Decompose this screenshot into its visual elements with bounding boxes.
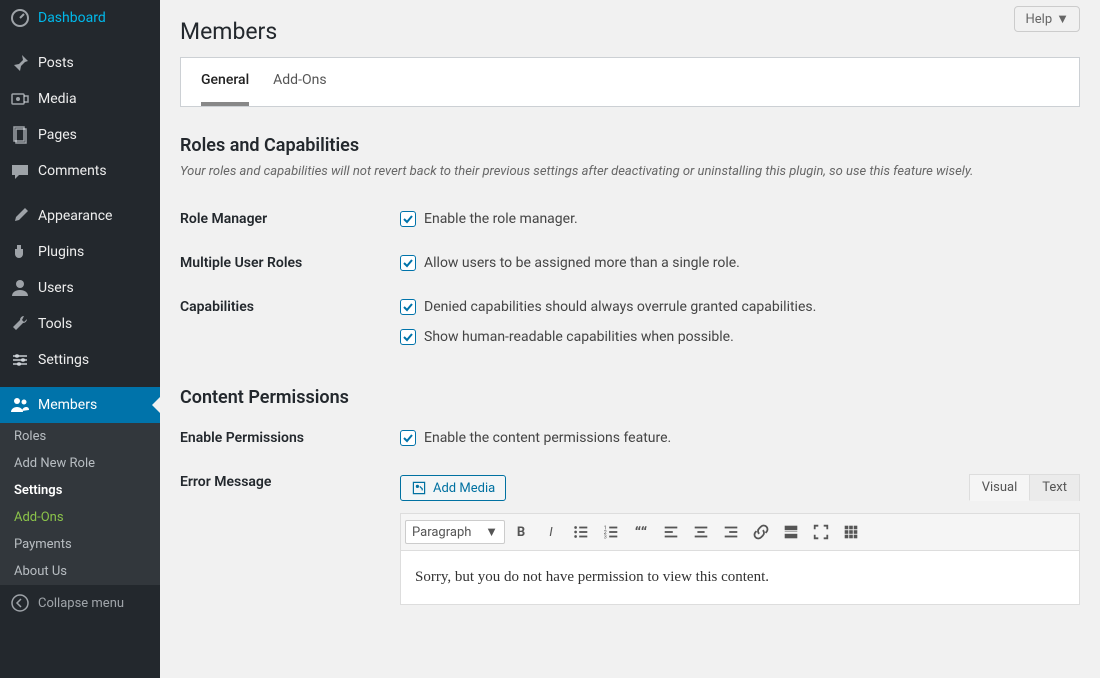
main-content: Help ▼ Members General Add-Ons Roles and… <box>160 0 1100 678</box>
check-label: Show human-readable capabilities when po… <box>424 329 734 345</box>
sidebar-label: Appearance <box>38 208 112 224</box>
sidebar-label: Users <box>38 280 74 296</box>
editor-content[interactable]: Sorry, but you do not have permission to… <box>401 551 1079 604</box>
check-label: Denied capabilities should always overru… <box>424 299 816 315</box>
user-icon <box>10 278 30 298</box>
sidebar-item-plugins[interactable]: Plugins <box>0 234 160 270</box>
sidebar-item-users[interactable]: Users <box>0 270 160 306</box>
plug-icon <box>10 242 30 262</box>
bullet-list-button[interactable] <box>567 518 595 546</box>
sidebar-item-appearance[interactable]: Appearance <box>0 198 160 234</box>
submenu-add-new-role[interactable]: Add New Role <box>0 450 160 477</box>
sidebar-item-settings[interactable]: Settings <box>0 342 160 378</box>
svg-text:3: 3 <box>604 534 607 540</box>
editor-tab-text[interactable]: Text <box>1029 474 1080 501</box>
media-icon <box>411 480 427 496</box>
submenu-roles[interactable]: Roles <box>0 423 160 450</box>
members-icon <box>10 395 30 415</box>
sidebar-label: Media <box>38 91 77 107</box>
italic-button[interactable]: I <box>537 518 565 546</box>
comment-icon <box>10 161 30 181</box>
check-label: Enable the content permissions feature. <box>424 430 671 446</box>
sidebar-item-tools[interactable]: Tools <box>0 306 160 342</box>
check-label: Enable the role manager. <box>424 211 578 227</box>
collapse-menu[interactable]: Collapse menu <box>0 585 160 621</box>
collapse-label: Collapse menu <box>38 596 124 611</box>
sidebar-label: Dashboard <box>38 10 106 26</box>
sidebar-label: Posts <box>38 55 74 71</box>
editor-toolbar: Paragraph ▼ B I 123 ““ <box>401 514 1079 551</box>
submenu-add-ons[interactable]: Add-Ons <box>0 504 160 531</box>
pages-icon <box>10 125 30 145</box>
admin-sidebar: Dashboard Posts Media Pages Comments App… <box>0 0 160 678</box>
add-media-button[interactable]: Add Media <box>400 475 506 501</box>
number-list-button[interactable]: 123 <box>597 518 625 546</box>
tab-add-ons[interactable]: Add-Ons <box>273 72 326 106</box>
submenu-about-us[interactable]: About Us <box>0 558 160 585</box>
align-right-button[interactable] <box>717 518 745 546</box>
tab-general[interactable]: General <box>201 72 249 106</box>
brush-icon <box>10 206 30 226</box>
check-label: Allow users to be assigned more than a s… <box>424 255 740 271</box>
format-select[interactable]: Paragraph ▼ <box>405 520 505 544</box>
checkbox-denied-caps[interactable] <box>400 299 416 315</box>
chevron-down-icon: ▼ <box>485 524 498 540</box>
row-error-message: Error Message Add Media Visual Text <box>180 460 1080 619</box>
link-button[interactable] <box>747 518 775 546</box>
page-title: Members <box>180 0 1080 57</box>
sidebar-label: Comments <box>38 163 107 179</box>
checkbox-multiple-roles[interactable] <box>400 255 416 271</box>
label-enable-permissions: Enable Permissions <box>180 430 400 446</box>
help-button[interactable]: Help ▼ <box>1014 6 1080 32</box>
sidebar-item-pages[interactable]: Pages <box>0 117 160 153</box>
quote-button[interactable]: ““ <box>627 518 655 546</box>
sidebar-label: Members <box>38 397 97 413</box>
row-multiple-roles: Multiple User Roles Allow users to be as… <box>180 241 1080 285</box>
tabs-container: General Add-Ons <box>180 57 1080 107</box>
checkbox-enable-permissions[interactable] <box>400 430 416 446</box>
settings-icon <box>10 350 30 370</box>
label-capabilities: Capabilities <box>180 299 400 315</box>
sidebar-label: Tools <box>38 316 72 332</box>
section-roles-desc: Your roles and capabilities will not rev… <box>180 164 1080 179</box>
checkbox-human-caps[interactable] <box>400 329 416 345</box>
sidebar-label: Pages <box>38 127 77 143</box>
row-role-manager: Role Manager Enable the role manager. <box>180 197 1080 241</box>
row-capabilities: Capabilities Denied capabilities should … <box>180 285 1080 359</box>
rich-editor: Paragraph ▼ B I 123 ““ <box>400 513 1080 605</box>
section-permissions-title: Content Permissions <box>180 387 1080 408</box>
row-enable-permissions: Enable Permissions Enable the content pe… <box>180 416 1080 460</box>
submenu-settings[interactable]: Settings <box>0 477 160 504</box>
collapse-icon <box>10 593 30 613</box>
fullscreen-button[interactable] <box>807 518 835 546</box>
checkbox-role-manager[interactable] <box>400 211 416 227</box>
submenu-payments[interactable]: Payments <box>0 531 160 558</box>
bold-button[interactable]: B <box>507 518 535 546</box>
label-multiple-roles: Multiple User Roles <box>180 255 400 271</box>
label-error-message: Error Message <box>180 474 400 490</box>
editor-tab-visual[interactable]: Visual <box>969 474 1031 501</box>
readmore-button[interactable] <box>777 518 805 546</box>
sidebar-item-posts[interactable]: Posts <box>0 45 160 81</box>
wrench-icon <box>10 314 30 334</box>
toolbar-toggle-button[interactable] <box>837 518 865 546</box>
sidebar-item-media[interactable]: Media <box>0 81 160 117</box>
sidebar-item-comments[interactable]: Comments <box>0 153 160 189</box>
media-icon <box>10 89 30 109</box>
sidebar-label: Plugins <box>38 244 84 260</box>
sidebar-item-dashboard[interactable]: Dashboard <box>0 0 160 36</box>
sidebar-label: Settings <box>38 352 89 368</box>
pin-icon <box>10 53 30 73</box>
align-center-button[interactable] <box>687 518 715 546</box>
section-roles-title: Roles and Capabilities <box>180 135 1080 156</box>
chevron-down-icon: ▼ <box>1056 11 1069 27</box>
label-role-manager: Role Manager <box>180 211 400 227</box>
dashboard-icon <box>10 8 30 28</box>
align-left-button[interactable] <box>657 518 685 546</box>
sidebar-item-members[interactable]: Members <box>0 387 160 423</box>
